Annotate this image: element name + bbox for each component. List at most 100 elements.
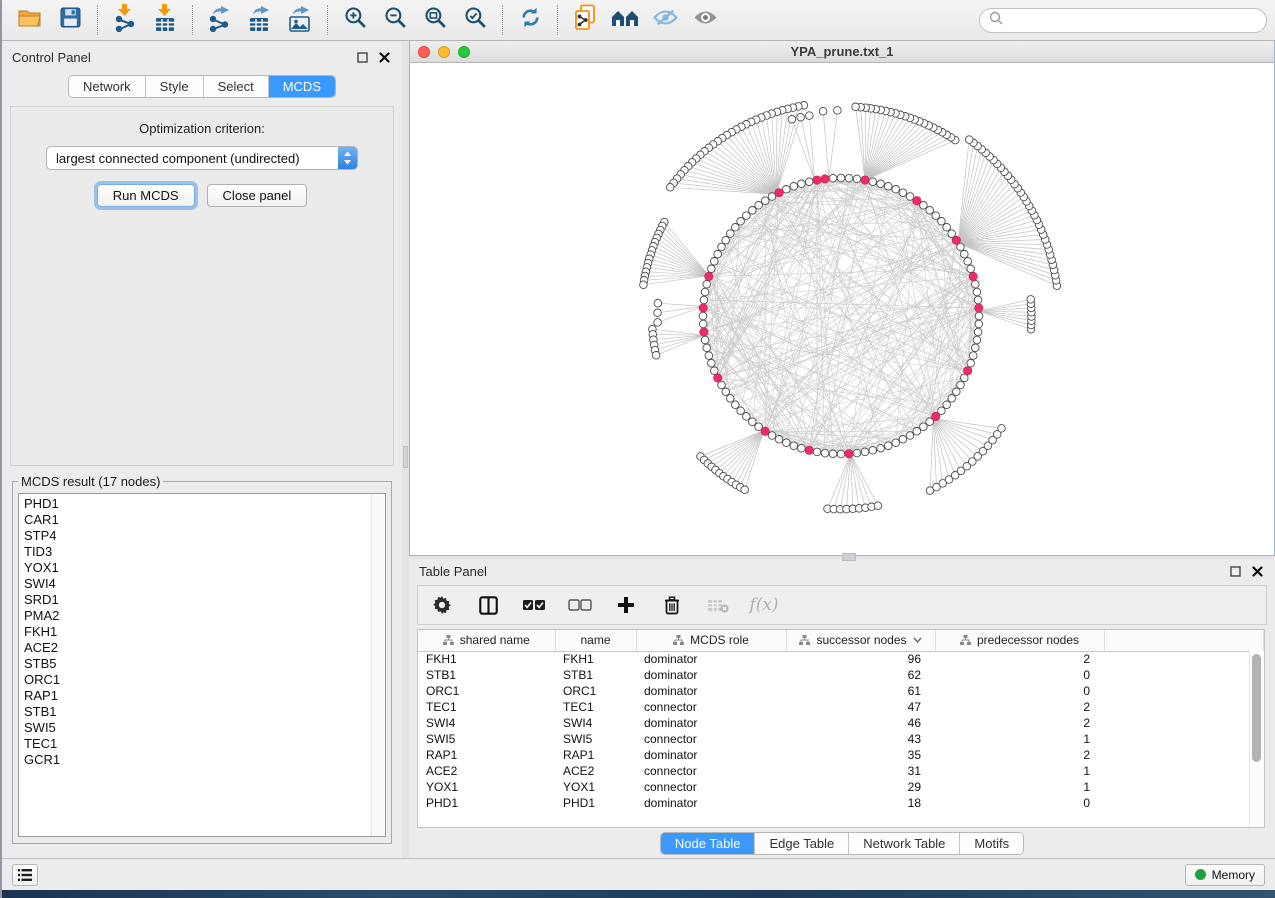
mcds-result-item[interactable]: SWI4: [24, 576, 371, 592]
close-panel-icon[interactable]: [1249, 563, 1265, 579]
mcds-result-item[interactable]: STP4: [24, 528, 371, 544]
table-settings-button[interactable]: [430, 592, 454, 618]
table-row[interactable]: STB1STB1dominator620: [418, 667, 1264, 683]
mcds-result-item[interactable]: STB5: [24, 656, 371, 672]
close-panel-icon[interactable]: [376, 49, 392, 65]
memory-button[interactable]: Memory: [1185, 864, 1265, 886]
mcds-result-item[interactable]: FKH1: [24, 624, 371, 640]
open-session-button[interactable]: [10, 3, 50, 37]
table-row[interactable]: SWI4SWI4dominator462: [418, 715, 1264, 731]
first-neighbors-button[interactable]: [605, 3, 645, 37]
save-session-button[interactable]: [50, 3, 90, 37]
splitter-grip[interactable]: [842, 553, 856, 561]
deselect-all-button[interactable]: [568, 592, 592, 618]
column-header-shared-name[interactable]: shared name: [418, 630, 555, 651]
float-panel-icon[interactable]: [1227, 563, 1243, 579]
zoom-selected-button[interactable]: [455, 3, 495, 37]
tab-motifs[interactable]: Motifs: [960, 833, 1023, 854]
tab-mcds[interactable]: MCDS: [269, 76, 335, 97]
horizontal-splitter[interactable]: [409, 556, 1275, 559]
mcds-result-item[interactable]: RAP1: [24, 688, 371, 704]
table-row[interactable]: RAP1RAP1dominator352: [418, 747, 1264, 763]
close-panel-button[interactable]: Close panel: [207, 184, 308, 207]
tab-style[interactable]: Style: [146, 76, 204, 97]
table-cell: PHD1: [418, 795, 555, 811]
show-all-button[interactable]: [685, 3, 725, 37]
select-all-button[interactable]: [522, 592, 546, 618]
mcds-result-item[interactable]: ACE2: [24, 640, 371, 656]
column-header-mcds-role[interactable]: MCDS role: [636, 630, 786, 651]
delete-column-button[interactable]: [660, 592, 684, 618]
mcds-result-item[interactable]: SRD1: [24, 592, 371, 608]
new-network-from-selection-button[interactable]: [565, 3, 605, 37]
vertical-splitter[interactable]: [402, 41, 409, 858]
table-row[interactable]: TEC1TEC1connector472: [418, 699, 1264, 715]
mcds-result-list[interactable]: PHD1CAR1STP4TID3YOX1SWI4SRD1PMA2FKH1ACE2…: [19, 494, 371, 836]
export-table-button[interactable]: [240, 3, 280, 37]
tab-node-table[interactable]: Node Table: [661, 833, 756, 854]
splitter-grip[interactable]: [403, 446, 408, 468]
minimize-window-icon[interactable]: [438, 46, 450, 58]
export-network-button[interactable]: [200, 3, 240, 37]
table-row[interactable]: YOX1YOX1connector291: [418, 779, 1264, 795]
refresh-button[interactable]: [510, 3, 550, 37]
search-input[interactable]: [1008, 13, 1257, 27]
hide-selected-button[interactable]: [645, 3, 685, 37]
tab-edge-table[interactable]: Edge Table: [755, 833, 849, 854]
column-header-successor-nodes[interactable]: successor nodes: [786, 630, 935, 651]
close-window-icon[interactable]: [418, 46, 430, 58]
table-cell: 29: [786, 779, 935, 795]
mcds-result-item[interactable]: YOX1: [24, 560, 371, 576]
zoom-out-button[interactable]: [375, 3, 415, 37]
mcds-result-item[interactable]: PMA2: [24, 608, 371, 624]
table-row[interactable]: ACE2ACE2connector311: [418, 763, 1264, 779]
show-columns-button[interactable]: [476, 592, 500, 618]
table-cell: 2: [935, 715, 1104, 731]
zoom-fit-icon: [424, 6, 447, 34]
panel-toggle-button[interactable]: [12, 864, 38, 886]
table-cell: YOX1: [418, 779, 555, 795]
mcds-result-item[interactable]: STB1: [24, 704, 371, 720]
control-panel: Control Panel Network Style Select MCDS …: [2, 41, 402, 858]
column-header-predecessor-nodes[interactable]: predecessor nodes: [935, 630, 1104, 651]
table-cell: TEC1: [555, 699, 636, 715]
toolbar-separator: [502, 5, 503, 35]
table-cell: [1104, 683, 1264, 699]
mcds-result-item[interactable]: TID3: [24, 544, 371, 560]
export-image-button[interactable]: [280, 3, 320, 37]
import-network-button[interactable]: [105, 3, 145, 37]
table-row[interactable]: ORC1ORC1dominator610: [418, 683, 1264, 699]
mcds-result-item[interactable]: CAR1: [24, 512, 371, 528]
tab-network-table[interactable]: Network Table: [849, 833, 960, 854]
mcds-result-item[interactable]: TEC1: [24, 736, 371, 752]
optimization-criterion-label: Optimization criterion:: [11, 121, 393, 136]
add-column-button[interactable]: [614, 592, 638, 618]
maximize-window-icon[interactable]: [458, 46, 470, 58]
table-cell: [1104, 715, 1264, 731]
table-scrollbar[interactable]: [1249, 651, 1264, 827]
table-cell: [1104, 747, 1264, 763]
network-canvas[interactable]: [410, 63, 1274, 555]
delete-table-button: [706, 592, 730, 618]
scrollbar-thumb[interactable]: [1252, 654, 1261, 762]
column-header-name[interactable]: name: [555, 630, 636, 651]
mcds-result-item[interactable]: PHD1: [24, 496, 371, 512]
zoom-fit-button[interactable]: [415, 3, 455, 37]
float-panel-icon[interactable]: [354, 49, 370, 65]
zoom-in-button[interactable]: [335, 3, 375, 37]
mcds-result-item[interactable]: ORC1: [24, 672, 371, 688]
import-table-button[interactable]: [145, 3, 185, 37]
mcds-list-scrollbar[interactable]: [371, 494, 385, 836]
table-row[interactable]: SWI5SWI5connector431: [418, 731, 1264, 747]
mcds-result-item[interactable]: GCR1: [24, 752, 371, 768]
table-row[interactable]: FKH1FKH1dominator962: [418, 651, 1264, 667]
table-cell: 2: [935, 747, 1104, 763]
zoom-out-icon: [384, 6, 407, 34]
export-network-icon: [207, 4, 233, 37]
mcds-result-item[interactable]: SWI5: [24, 720, 371, 736]
table-row[interactable]: PHD1PHD1dominator180: [418, 795, 1264, 811]
tab-select[interactable]: Select: [204, 76, 269, 97]
criterion-dropdown[interactable]: largest connected component (undirected): [46, 146, 358, 170]
run-mcds-button[interactable]: Run MCDS: [97, 184, 195, 207]
tab-network[interactable]: Network: [69, 76, 146, 97]
